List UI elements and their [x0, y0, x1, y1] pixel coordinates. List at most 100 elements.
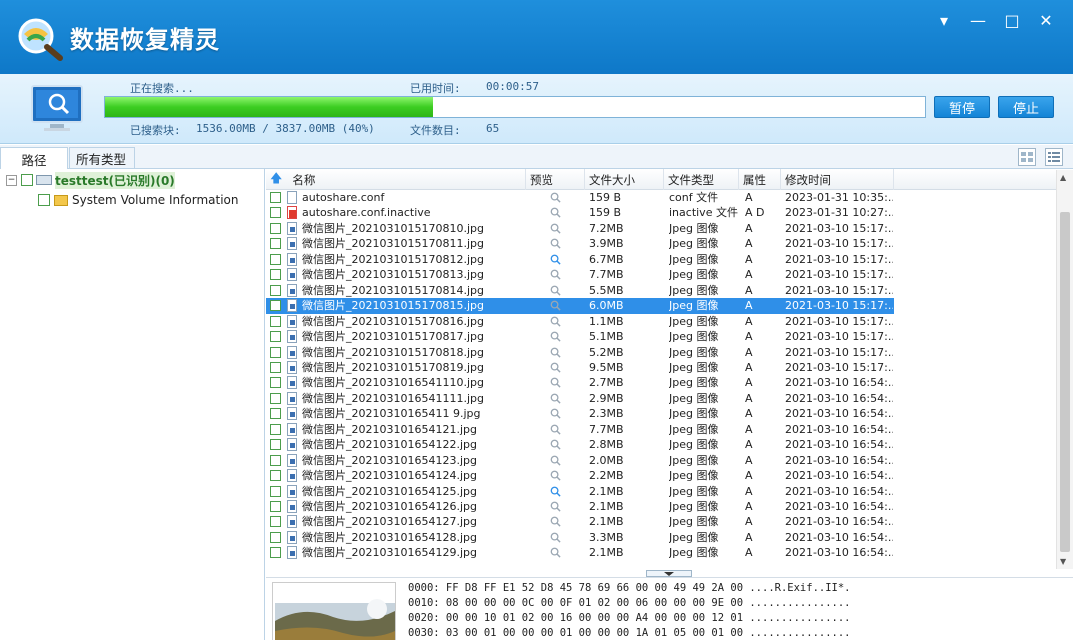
- preview-magnifier-icon[interactable]: [550, 501, 561, 512]
- file-checkbox[interactable]: [270, 253, 281, 265]
- file-row[interactable]: 微信图片_202103101654125.jpg 2.1MB Jpeg 图像 A 202…: [266, 484, 894, 499]
- preview-magnifier-icon[interactable]: [550, 439, 561, 450]
- file-checkbox[interactable]: [270, 361, 281, 373]
- preview-magnifier-icon[interactable]: [550, 547, 561, 558]
- file-checkbox[interactable]: [270, 207, 281, 219]
- preview-magnifier-icon[interactable]: [550, 347, 561, 358]
- preview-magnifier-icon[interactable]: [550, 470, 561, 481]
- preview-magnifier-icon[interactable]: [550, 377, 561, 388]
- file-row[interactable]: 微信图片_2021031015170818.jpg 5.2MB Jpeg 图像 A 20…: [266, 345, 894, 360]
- preview-magnifier-icon[interactable]: [550, 207, 561, 219]
- file-checkbox[interactable]: [270, 315, 281, 327]
- file-row[interactable]: autoshare.conf.inactive 159 B inactive 文件 A…: [266, 205, 894, 220]
- scroll-down-icon[interactable]: ▼: [1060, 557, 1066, 566]
- file-row[interactable]: 微信图片_202103101654126.jpg 2.1MB Jpeg 图像 A 202…: [266, 499, 894, 514]
- column-time-header[interactable]: 修改时间: [781, 169, 894, 190]
- file-row[interactable]: 微信图片_2021031015170812.jpg 6.7MB Jpeg 图像 A 20…: [266, 252, 894, 267]
- file-row[interactable]: 微信图片_2021031015170816.jpg 1.1MB Jpeg 图像 A 20…: [266, 314, 894, 329]
- preview-magnifier-icon[interactable]: [550, 238, 561, 249]
- preview-magnifier-icon[interactable]: [550, 316, 561, 327]
- tree-item-root[interactable]: − testtest(已识别)(0): [6, 171, 175, 189]
- scroll-up-icon[interactable]: ▲: [1060, 173, 1066, 182]
- preview-magnifier-icon[interactable]: [550, 300, 561, 311]
- file-row[interactable]: 微信图片_2021031015170813.jpg 7.7MB Jpeg 图像 A 20…: [266, 267, 894, 282]
- thumbnail-view-icon[interactable]: [1018, 148, 1036, 166]
- scrollbar-thumb[interactable]: [1060, 212, 1070, 552]
- file-checkbox[interactable]: [270, 531, 281, 543]
- preview-magnifier-icon[interactable]: [550, 393, 561, 404]
- column-preview-header[interactable]: 预览: [526, 169, 585, 190]
- file-checkbox[interactable]: [270, 501, 281, 512]
- tree-item-system-volume[interactable]: System Volume Information: [38, 191, 238, 209]
- file-row[interactable]: 微信图片_20210310165411 9.jpg 2.3MB Jpeg 图像 A 20…: [266, 406, 894, 421]
- preview-magnifier-icon[interactable]: [550, 269, 561, 280]
- file-checkbox[interactable]: [270, 485, 281, 497]
- file-list-scrollbar[interactable]: ▲ ▼: [1056, 170, 1073, 569]
- column-attr-header[interactable]: 属性: [739, 169, 781, 190]
- maximize-button[interactable]: □: [999, 8, 1025, 32]
- preview-magnifier-icon[interactable]: [550, 516, 561, 528]
- file-row[interactable]: 微信图片_202103101654128.jpg 3.3MB Jpeg 图像 A 202…: [266, 530, 894, 545]
- file-checkbox[interactable]: [270, 192, 281, 203]
- file-row[interactable]: 微信图片_202103101654127.jpg 2.1MB Jpeg 图像 A 202…: [266, 514, 894, 529]
- file-checkbox[interactable]: [270, 331, 281, 343]
- file-row[interactable]: 微信图片_2021031015170811.jpg 3.9MB Jpeg 图像 A 20…: [266, 236, 894, 251]
- file-checkbox[interactable]: [270, 454, 281, 466]
- file-checkbox[interactable]: [270, 408, 281, 420]
- file-row[interactable]: 微信图片_2021031015170817.jpg 5.1MB Jpeg 图像 A 20…: [266, 329, 894, 344]
- file-checkbox[interactable]: [270, 547, 281, 559]
- preview-magnifier-icon[interactable]: [550, 408, 561, 419]
- preview-magnifier-icon[interactable]: [550, 424, 561, 435]
- preview-magnifier-icon[interactable]: [550, 486, 561, 497]
- preview-magnifier-icon[interactable]: [550, 532, 561, 543]
- tree-checkbox-root[interactable]: [21, 174, 33, 186]
- file-row[interactable]: autoshare.conf 159 B conf 文件 A 2023-01-31 10…: [266, 190, 894, 205]
- file-row[interactable]: 微信图片_202103101654123.jpg 2.0MB Jpeg 图像 A 202…: [266, 453, 894, 468]
- file-row[interactable]: 微信图片_2021031016541110.jpg 2.7MB Jpeg 图像 A 20…: [266, 375, 894, 390]
- pause-button[interactable]: 暂停: [934, 96, 990, 118]
- tree-checkbox-system-volume[interactable]: [38, 194, 50, 206]
- file-checkbox[interactable]: [270, 516, 281, 528]
- list-view-icon[interactable]: [1045, 148, 1063, 166]
- file-row[interactable]: 微信图片_2021031015170814.jpg 5.5MB Jpeg 图像 A 20…: [266, 283, 894, 298]
- file-row[interactable]: 微信图片_202103101654122.jpg 2.8MB Jpeg 图像 A 202…: [266, 437, 894, 452]
- file-modified-time: 2021-03-10 15:17:...: [785, 345, 893, 359]
- image-file-icon: [287, 283, 297, 297]
- file-checkbox[interactable]: [270, 284, 281, 296]
- file-checkbox[interactable]: [270, 423, 281, 435]
- file-checkbox[interactable]: [270, 392, 281, 404]
- column-size-header[interactable]: 文件大小: [585, 169, 664, 190]
- file-checkbox[interactable]: [270, 222, 281, 234]
- minimize-button[interactable]: —: [965, 8, 991, 32]
- file-row[interactable]: 微信图片_202103101654124.jpg 2.2MB Jpeg 图像 A 202…: [266, 468, 894, 483]
- file-row[interactable]: 微信图片_2021031015170815.jpg 6.0MB Jpeg 图像 A 20…: [266, 298, 894, 314]
- file-checkbox[interactable]: [270, 470, 281, 482]
- file-checkbox[interactable]: [270, 377, 281, 389]
- preview-magnifier-icon[interactable]: [550, 192, 561, 203]
- preview-magnifier-icon[interactable]: [550, 455, 561, 466]
- tab-all-types[interactable]: 所有类型: [69, 147, 135, 169]
- stop-button[interactable]: 停止: [998, 96, 1054, 118]
- file-checkbox[interactable]: [270, 439, 281, 451]
- file-row[interactable]: 微信图片_2021031015170810.jpg 7.2MB Jpeg 图像 A 20…: [266, 221, 894, 236]
- file-row[interactable]: 微信图片_202103101654129.jpg 2.1MB Jpeg 图像 A 202…: [266, 545, 894, 560]
- close-button[interactable]: ✕: [1033, 8, 1059, 32]
- file-checkbox[interactable]: [270, 300, 281, 312]
- tab-path[interactable]: 路径: [0, 147, 68, 170]
- file-checkbox[interactable]: [270, 269, 281, 281]
- menu-dropdown-button[interactable]: ▾: [931, 8, 957, 32]
- file-checkbox[interactable]: [270, 238, 281, 250]
- preview-magnifier-icon[interactable]: [550, 223, 561, 234]
- file-row[interactable]: 微信图片_2021031016541111.jpg 2.9MB Jpeg 图像 A 20…: [266, 391, 894, 406]
- preview-magnifier-icon[interactable]: [550, 331, 561, 342]
- file-checkbox[interactable]: [270, 346, 281, 358]
- preview-splitter-handle[interactable]: [646, 570, 692, 577]
- column-type-header[interactable]: 文件类型: [664, 169, 739, 190]
- file-row[interactable]: 微信图片_2021031015170819.jpg 9.5MB Jpeg 图像 A 20…: [266, 360, 894, 375]
- preview-magnifier-icon[interactable]: [550, 285, 561, 296]
- preview-magnifier-icon[interactable]: [550, 254, 561, 265]
- column-name-header[interactable]: 🡅 名称: [266, 169, 526, 190]
- collapse-icon[interactable]: −: [6, 174, 17, 186]
- file-row[interactable]: 微信图片_202103101654121.jpg 7.7MB Jpeg 图像 A 202…: [266, 422, 894, 437]
- preview-magnifier-icon[interactable]: [550, 362, 561, 373]
